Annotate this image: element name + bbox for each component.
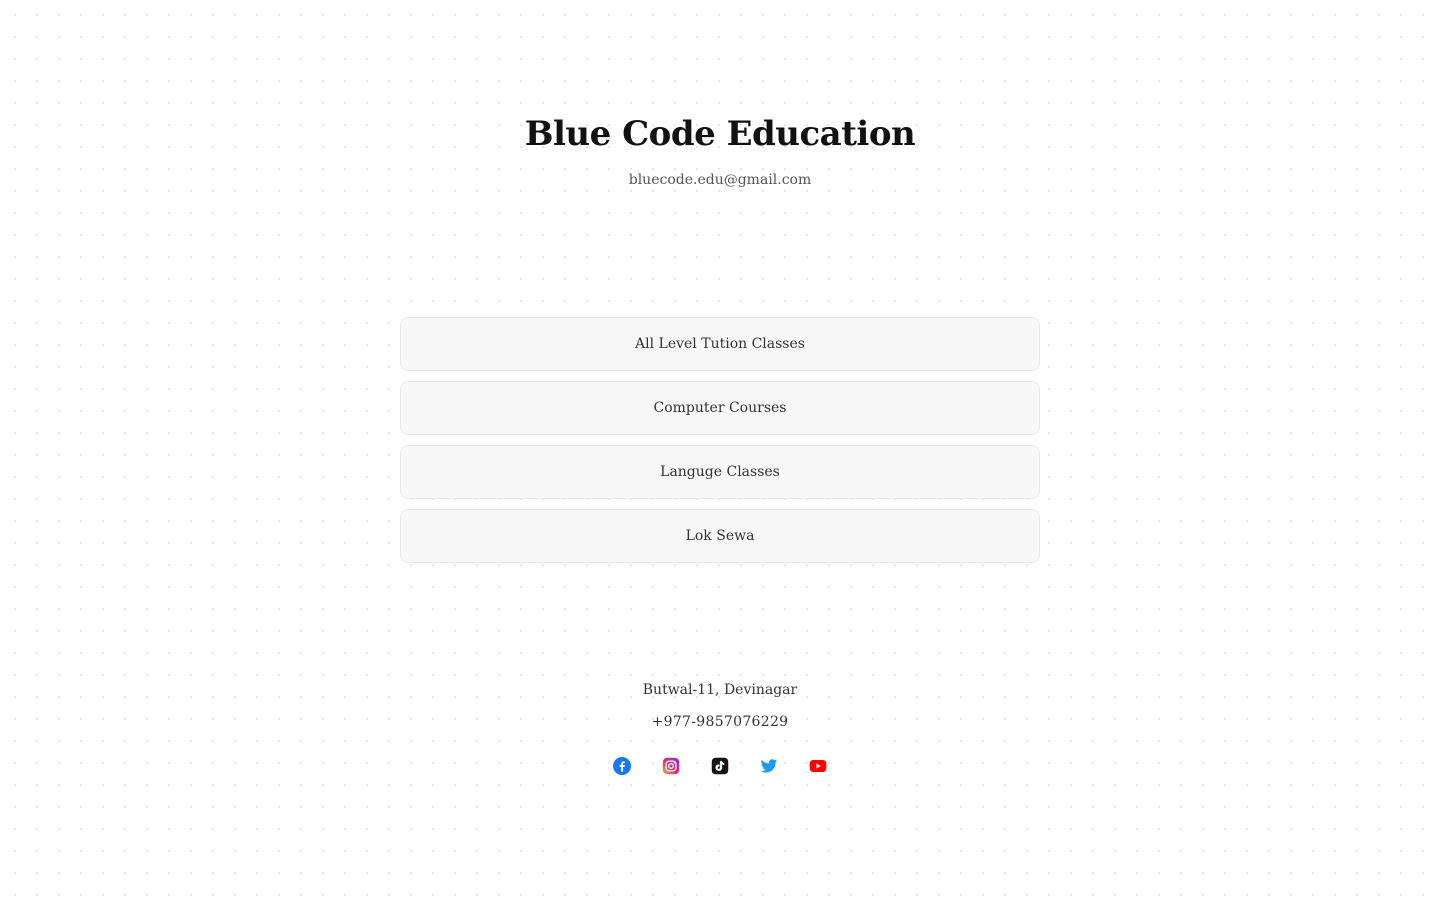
link-button-lok-sewa[interactable]: Lok Sewa: [400, 509, 1040, 563]
link-label: All Level Tution Classes: [635, 336, 805, 352]
twitter-icon[interactable]: [759, 756, 779, 776]
page-title: Blue Code Education: [524, 114, 916, 154]
profile-email: bluecode.edu@gmail.com: [628, 172, 812, 188]
facebook-icon[interactable]: [612, 756, 632, 776]
link-label: Lok Sewa: [685, 528, 755, 544]
tiktok-icon[interactable]: [710, 756, 730, 776]
footer-phone: +977-9857076229: [651, 714, 789, 730]
link-label: Computer Courses: [653, 400, 787, 416]
footer-address: Butwal-11, Devinagar: [642, 682, 798, 698]
instagram-icon[interactable]: [661, 756, 681, 776]
link-label: Languge Classes: [660, 464, 780, 480]
link-button-language-classes[interactable]: Languge Classes: [400, 445, 1040, 499]
link-button-computer-courses[interactable]: Computer Courses: [400, 381, 1040, 435]
link-button-tuition[interactable]: All Level Tution Classes: [400, 317, 1040, 371]
link-list: All Level Tution Classes Computer Course…: [400, 317, 1040, 573]
social-links: [0, 756, 1440, 776]
youtube-icon[interactable]: [808, 756, 828, 776]
